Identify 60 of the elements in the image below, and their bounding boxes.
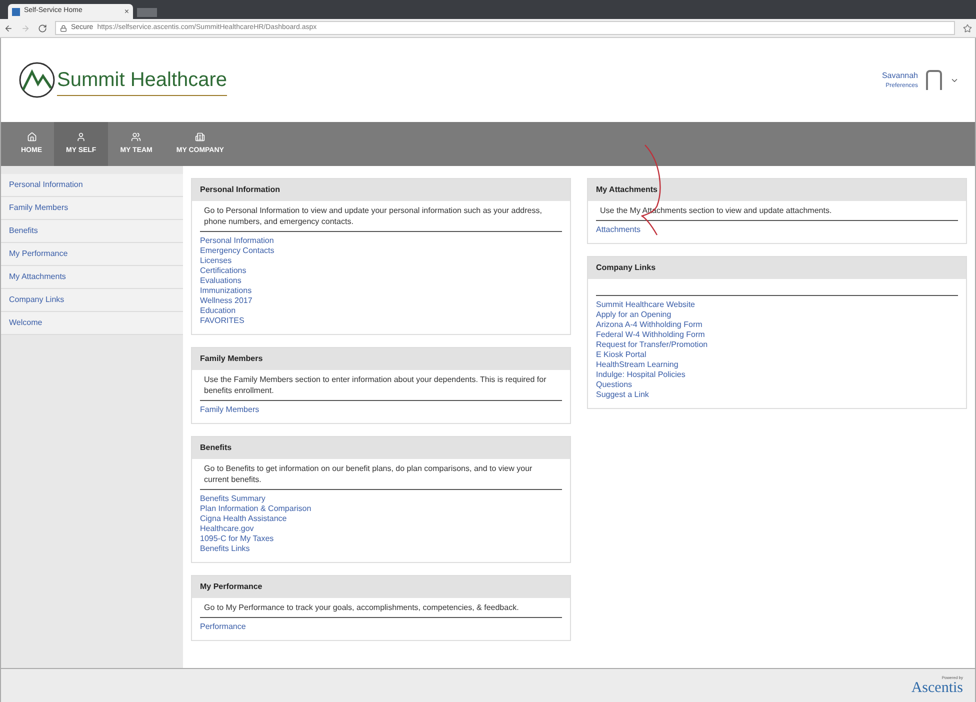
logo-text: Summit Healthcare — [57, 64, 228, 96]
panel-link[interactable]: 1095-C for My Taxes — [200, 534, 274, 544]
sidebar-item[interactable]: Personal Information — [1, 174, 183, 197]
panel-description: Go to Benefits to get information on our benefit plans, do plan comparisons, and to view your current benefits. — [203, 463, 534, 485]
nav-icon — [76, 132, 86, 142]
panel-link[interactable]: Arizona A-4 Withholding Form — [596, 320, 702, 330]
panel-link[interactable]: Plan Information & Comparison — [200, 504, 312, 514]
panel-link[interactable]: Family Members — [200, 405, 260, 415]
panel-link[interactable]: Healthcare.gov — [200, 524, 254, 534]
reload-icon[interactable] — [38, 24, 47, 32]
lock-icon — [60, 24, 67, 32]
sidebar-item[interactable]: Company Links — [1, 289, 183, 312]
panel-link[interactable]: Licenses — [200, 256, 232, 266]
sidebar-item[interactable]: Benefits — [1, 220, 183, 243]
panel-title: Family Members — [192, 348, 570, 370]
panel-link[interactable]: Benefits Links — [200, 544, 250, 554]
mountain-logo-icon — [17, 60, 57, 100]
favicon-icon — [12, 8, 20, 16]
panel-link[interactable]: Evaluations — [200, 276, 242, 286]
panel-description: Go to Personal Information to view and update your personal information such as your address, phone numbers, and emergency contacts. — [203, 205, 543, 227]
panel-link[interactable]: Suggest a Link — [596, 390, 649, 400]
panel-link[interactable]: FAVORITES — [200, 316, 244, 326]
panel-link[interactable]: Federal W-4 Withholding Form — [596, 330, 705, 340]
sidebar-item[interactable]: My Performance — [1, 243, 183, 266]
panel-link[interactable]: E Kiosk Portal — [596, 350, 646, 360]
back-icon[interactable] — [4, 24, 13, 32]
panel-link[interactable]: Immunizations — [200, 286, 252, 296]
panel-link[interactable]: Personal Information — [200, 236, 274, 246]
panel-title: My Attachments — [588, 179, 966, 201]
panel-link[interactable]: Attachments — [596, 225, 640, 235]
panel-link[interactable]: Request for Transfer/Promotion — [596, 340, 708, 350]
footer-logo: Ascentis — [911, 681, 963, 696]
panel-link[interactable]: Certifications — [200, 266, 246, 276]
panel-link[interactable]: Apply for an Opening — [596, 310, 672, 320]
user-name[interactable]: Savannah — [882, 70, 918, 82]
bookmark-icon[interactable] — [963, 24, 972, 32]
panel-link[interactable]: Performance — [200, 622, 246, 632]
avatar-icon[interactable] — [926, 70, 942, 90]
panel-link[interactable]: Summit Healthcare Website — [596, 300, 695, 310]
nav-icon — [131, 132, 142, 142]
panel-link[interactable]: Benefits Summary — [200, 494, 266, 504]
nav-icon — [26, 132, 36, 142]
panel-link[interactable]: Questions — [596, 380, 632, 390]
panel-description: Use the Family Members section to enter information about your dependents. This is required for benefits enrollment. — [203, 374, 548, 396]
panel-title: Benefits — [192, 437, 570, 459]
panel-title: My Performance — [192, 576, 570, 598]
panel-link[interactable]: Emergency Contacts — [200, 246, 274, 256]
panel-title: Personal Information — [192, 179, 570, 201]
sidebar-item[interactable]: My Attachments — [1, 266, 183, 289]
panel-link[interactable]: Wellness 2017 — [200, 296, 252, 306]
panel-title: Company Links — [588, 257, 966, 279]
nav-icon — [195, 132, 206, 142]
sidebar-item[interactable]: Family Members — [1, 197, 183, 220]
panel-link[interactable]: Indulge: Hospital Policies — [596, 370, 686, 380]
panel-description: Go to My Performance to track your goals, accomplishments, competencies, & feedback. — [203, 602, 520, 613]
sidebar-item[interactable]: Welcome — [1, 312, 183, 335]
panel-link[interactable]: Cigna Health Assistance — [200, 514, 287, 524]
panel-link[interactable]: Education — [200, 306, 236, 316]
tab-close-button[interactable]: × — [124, 6, 129, 18]
panel-link[interactable]: HealthStream Learning — [596, 360, 678, 370]
